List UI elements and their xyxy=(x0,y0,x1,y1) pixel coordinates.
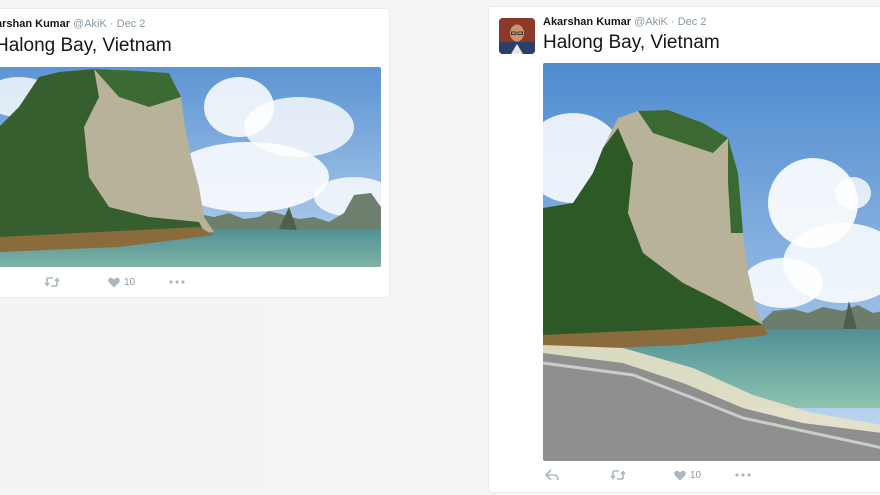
like-count: 10 xyxy=(690,469,702,481)
retweet-icon xyxy=(610,470,626,480)
heart-icon xyxy=(108,277,120,287)
tweet-photo[interactable] xyxy=(0,67,381,267)
author-name[interactable]: arshan Kumar xyxy=(0,18,70,30)
halong-bay-photo xyxy=(543,63,880,461)
blurred-region xyxy=(0,305,265,490)
separator: · xyxy=(670,16,675,28)
avatar-photo xyxy=(499,18,535,54)
tweet-date[interactable]: Dec 2 xyxy=(117,18,146,30)
halong-bay-photo xyxy=(0,67,381,267)
separator: · xyxy=(109,18,114,30)
author-handle[interactable]: @AkiK xyxy=(73,18,107,30)
tweet-card[interactable]: arshan Kumar @AkiK · Dec 2 Halong Bay, V… xyxy=(0,8,390,298)
heart-icon xyxy=(674,470,686,480)
more-icon xyxy=(735,473,751,477)
tweet-photo[interactable] xyxy=(543,63,880,461)
like-button[interactable]: 10 xyxy=(674,470,701,481)
retweet-button[interactable] xyxy=(44,276,60,288)
avatar[interactable] xyxy=(499,18,535,54)
tweet-header: Akarshan Kumar @AkiK · Dec 2 xyxy=(543,16,706,28)
retweet-button[interactable] xyxy=(610,469,626,481)
tweet-text: Halong Bay, Vietnam xyxy=(543,32,720,53)
like-button[interactable]: 10 xyxy=(108,277,135,288)
more-icon xyxy=(169,280,185,284)
tweet-card[interactable]: Akarshan Kumar @AkiK · Dec 2 Halong Bay,… xyxy=(488,6,880,493)
reply-button[interactable] xyxy=(545,469,559,481)
tweet-date[interactable]: Dec 2 xyxy=(678,16,707,28)
tweet-actions: 10 xyxy=(545,469,751,481)
retweet-icon xyxy=(44,277,60,287)
tweet-text: Halong Bay, Vietnam xyxy=(0,35,172,56)
reply-icon xyxy=(545,469,559,481)
tweet-actions: 10 xyxy=(44,276,185,288)
author-name[interactable]: Akarshan Kumar xyxy=(543,16,631,28)
more-button[interactable] xyxy=(169,280,185,284)
like-count: 10 xyxy=(124,276,136,288)
author-handle[interactable]: @AkiK xyxy=(634,16,668,28)
tweet-header: arshan Kumar @AkiK · Dec 2 xyxy=(0,18,145,30)
more-button[interactable] xyxy=(735,473,751,477)
